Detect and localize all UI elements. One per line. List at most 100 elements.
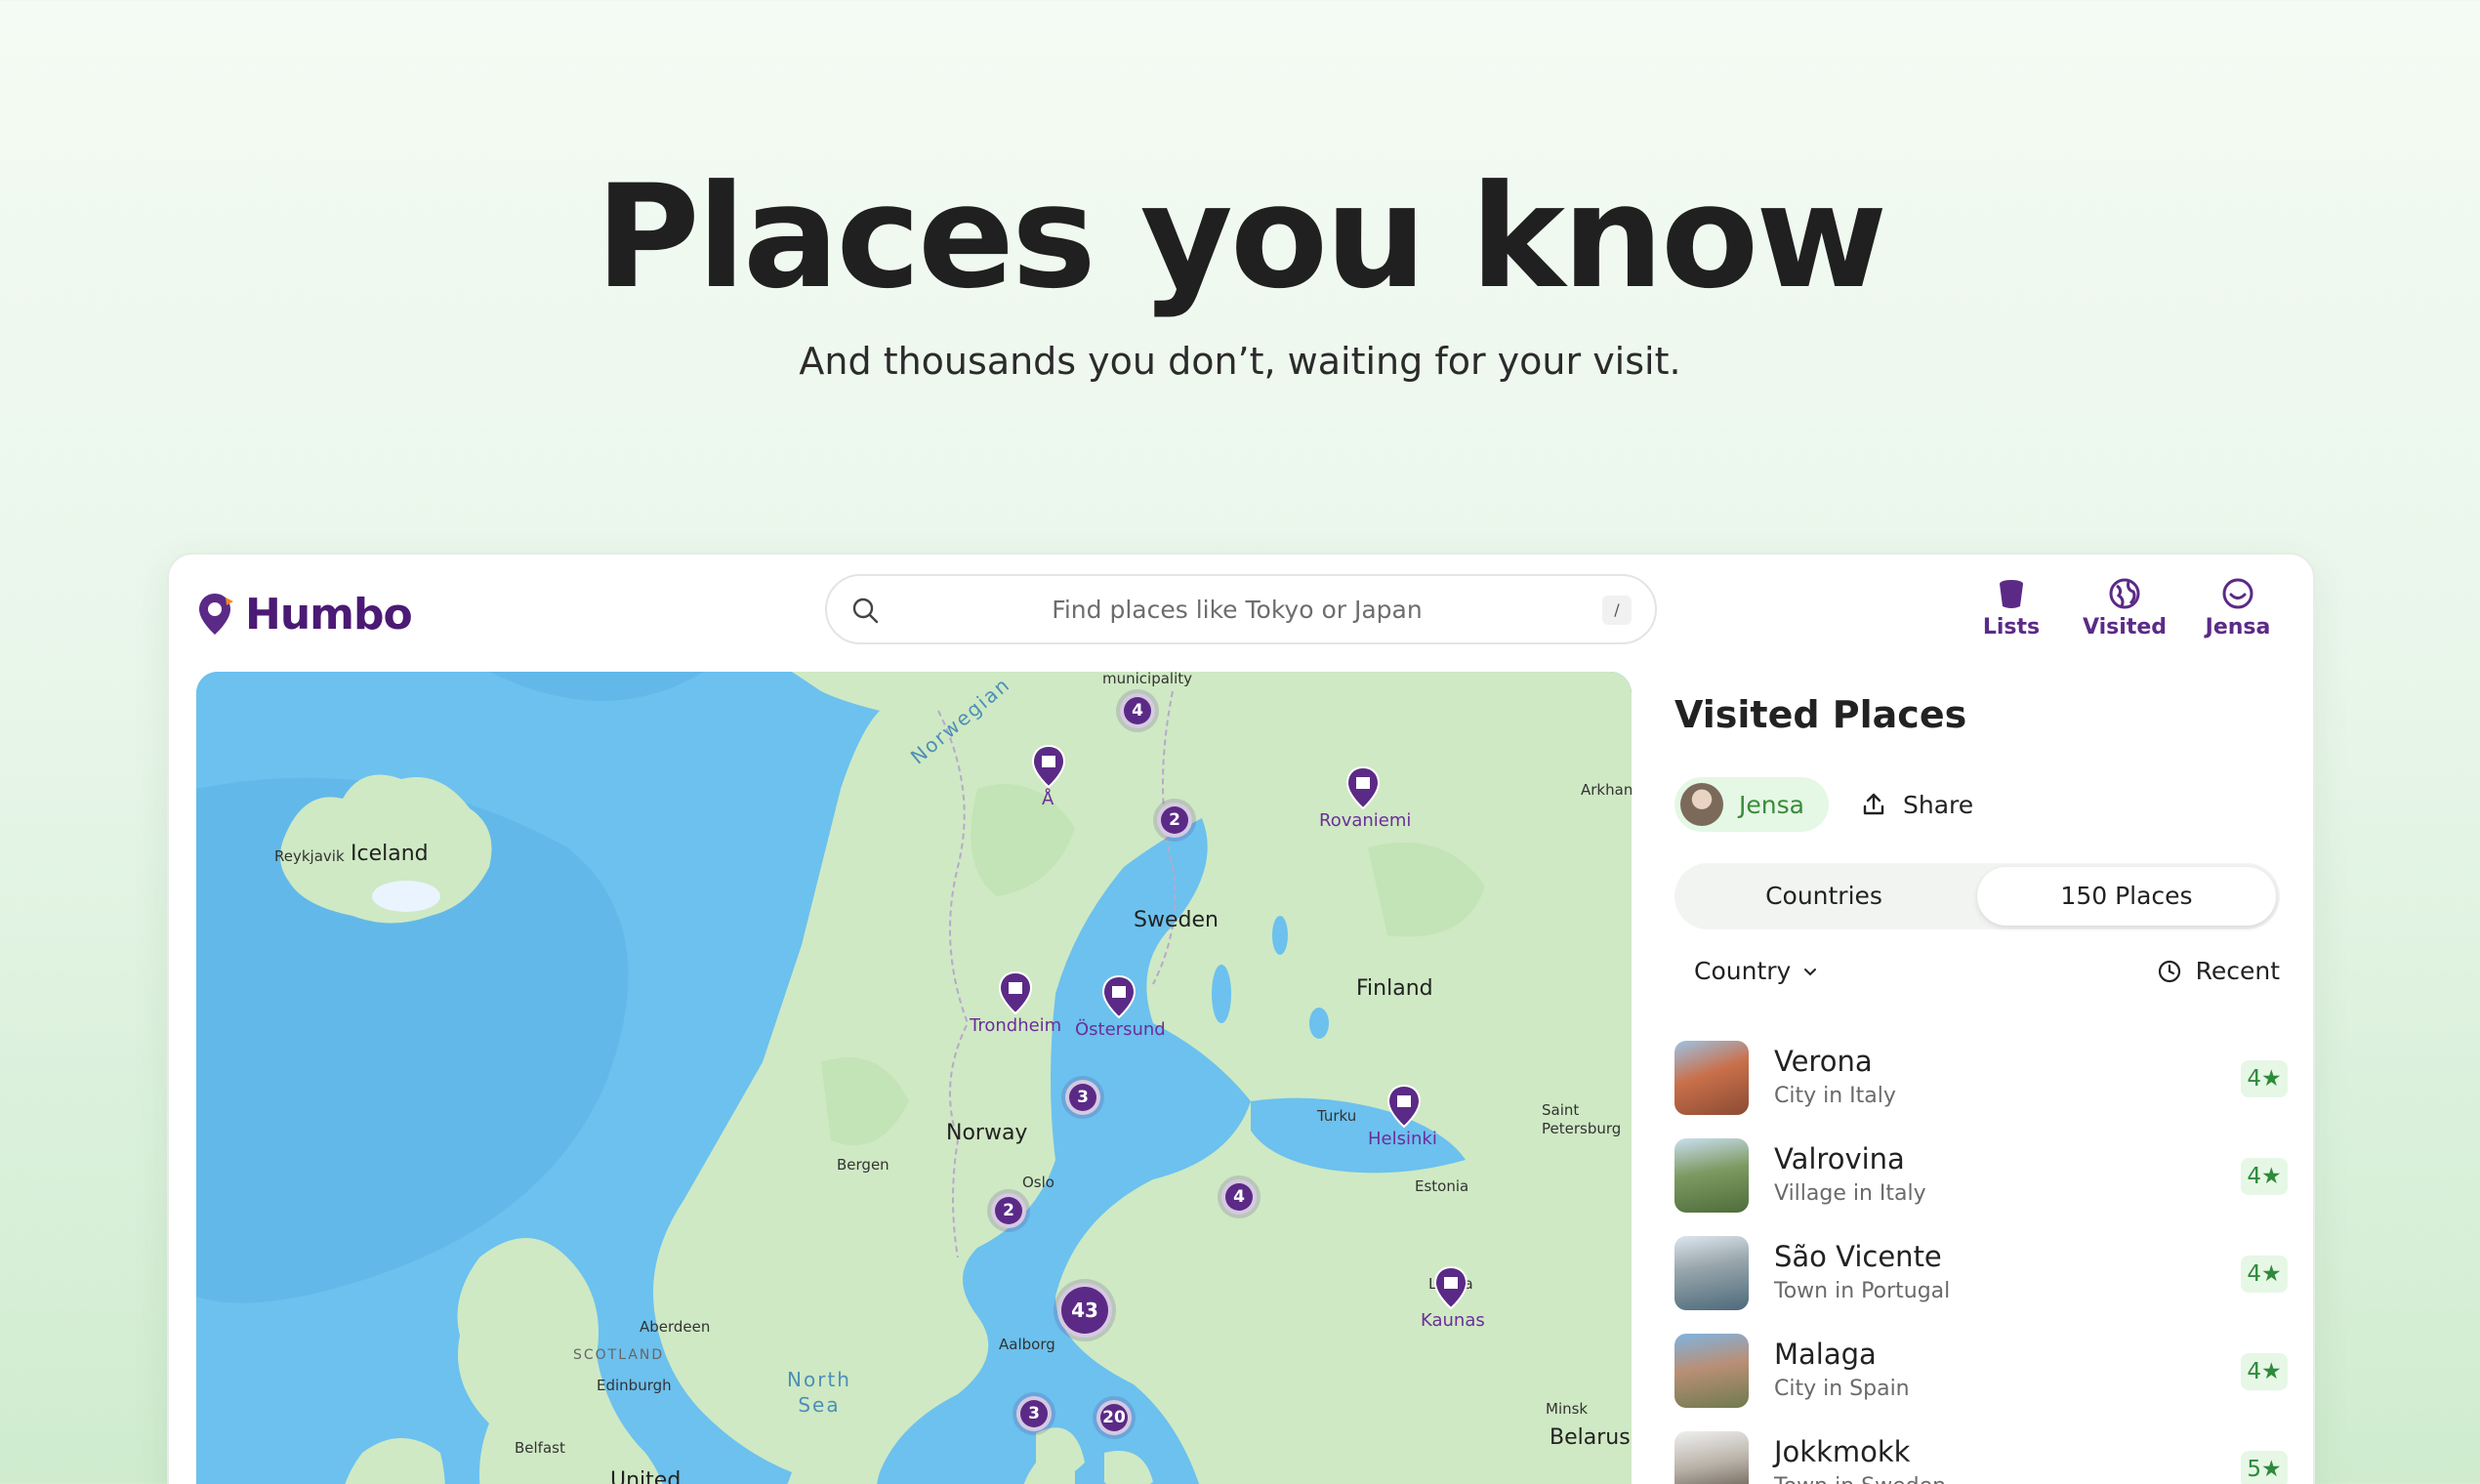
map-pin-icon[interactable] bbox=[1030, 744, 1067, 789]
map-cluster[interactable]: 3 bbox=[1065, 1080, 1100, 1115]
place-thumbnail bbox=[1674, 1041, 1749, 1115]
rating-badge: 4★ bbox=[2241, 1060, 2288, 1097]
search-shortcut-key: / bbox=[1602, 596, 1632, 625]
pin-logo-icon bbox=[199, 594, 233, 635]
map-pin-icon[interactable] bbox=[1432, 1265, 1469, 1310]
top-nav: Lists Visited Jensa bbox=[1975, 576, 2274, 639]
place-name: Valrovina bbox=[1774, 1142, 1905, 1175]
map-label-united: United bbox=[610, 1468, 682, 1484]
tab-countries[interactable]: Countries bbox=[1674, 863, 1973, 929]
share-icon bbox=[1863, 793, 1884, 815]
list-item[interactable]: Valrovina Village in Italy 4★ bbox=[1674, 1138, 2299, 1236]
logo[interactable]: Humbo bbox=[196, 589, 413, 639]
map-pin-label-rovaniemi: Rovaniemi bbox=[1319, 810, 1412, 831]
map-label-aalborg: Aalborg bbox=[999, 1336, 1055, 1353]
map-label-oslo: Oslo bbox=[1022, 1174, 1054, 1191]
place-thumbnail bbox=[1674, 1236, 1749, 1310]
map-label-belarus: Belarus bbox=[1550, 1425, 1631, 1450]
bucket-icon bbox=[2000, 580, 2023, 608]
place-name: Malaga bbox=[1774, 1338, 1877, 1371]
hero-title: Places you know bbox=[595, 154, 1887, 320]
map-view[interactable]: Reykjavik Iceland Norwegian municipality… bbox=[196, 672, 1632, 1484]
nav-lists-label: Lists bbox=[1982, 615, 2041, 639]
map-label-arkhan: Arkhan bbox=[1581, 781, 1632, 799]
map-pin-icon[interactable] bbox=[997, 970, 1034, 1015]
sort-label: Recent bbox=[2195, 957, 2280, 985]
panel-title: Visited Places bbox=[1674, 693, 1967, 736]
country-filter-label: Country bbox=[1694, 957, 1792, 985]
nav-lists[interactable]: Lists bbox=[1975, 576, 2047, 639]
rating-badge: 4★ bbox=[2241, 1353, 2288, 1390]
map-cluster[interactable]: 2 bbox=[991, 1193, 1026, 1228]
map-label-minsk: Minsk bbox=[1546, 1400, 1589, 1418]
map-label-edinburgh: Edinburgh bbox=[597, 1377, 672, 1394]
search-icon bbox=[852, 598, 879, 624]
place-name: São Vicente bbox=[1774, 1240, 1942, 1273]
tab-places[interactable]: 150 Places bbox=[1977, 867, 2276, 926]
map-label-north-sea: North Sea bbox=[787, 1368, 851, 1417]
map-label-reykjavik: Reykjavik bbox=[274, 847, 345, 865]
sort-recent-button[interactable]: Recent bbox=[2157, 957, 2280, 985]
place-name: Verona bbox=[1774, 1045, 1873, 1078]
place-thumbnail bbox=[1674, 1138, 1749, 1213]
map-cluster[interactable]: 20 bbox=[1096, 1400, 1132, 1435]
map-pin-label-kaunas: Kaunas bbox=[1421, 1310, 1485, 1331]
map-label-estonia: Estonia bbox=[1415, 1177, 1469, 1195]
place-type: Town in Portugal bbox=[1774, 1279, 1951, 1303]
app-window: Humbo / Lists Visited bbox=[167, 553, 2315, 1484]
rating-badge: 5★ bbox=[2241, 1451, 2288, 1484]
nav-profile[interactable]: Jensa bbox=[2202, 576, 2274, 639]
map-label-norway: Norway bbox=[946, 1121, 1028, 1145]
map-label-aberdeen: Aberdeen bbox=[640, 1318, 711, 1336]
user-chip[interactable]: Jensa bbox=[1674, 777, 1829, 832]
map-cluster[interactable]: 2 bbox=[1157, 803, 1192, 838]
place-type: Village in Italy bbox=[1774, 1181, 1926, 1206]
map-label-bergen: Bergen bbox=[837, 1156, 889, 1174]
map-pin-icon[interactable] bbox=[1385, 1084, 1423, 1129]
map-pin-label-trondheim: Trondheim bbox=[970, 1015, 1062, 1036]
map-cluster[interactable]: 3 bbox=[1016, 1396, 1052, 1431]
country-filter-dropdown[interactable]: Country bbox=[1694, 957, 1818, 985]
place-thumbnail bbox=[1674, 1431, 1749, 1484]
logo-wordmark: Humbo bbox=[245, 589, 413, 639]
places-list: Verona City in Italy 4★ Valrovina Villag… bbox=[1674, 1041, 2299, 1484]
chevron-down-icon bbox=[1804, 968, 1817, 975]
globe-icon bbox=[2109, 578, 2140, 609]
map-pin-icon[interactable] bbox=[1100, 974, 1137, 1019]
search-bar[interactable]: / bbox=[825, 574, 1657, 644]
smiley-icon bbox=[2222, 578, 2253, 609]
share-button[interactable]: Share bbox=[1860, 777, 1973, 832]
place-thumbnail bbox=[1674, 1334, 1749, 1408]
list-item[interactable]: Jokkmokk Town in Sweden 5★ bbox=[1674, 1431, 2299, 1484]
list-item[interactable]: Verona City in Italy 4★ bbox=[1674, 1041, 2299, 1138]
view-toggle: Countries 150 Places bbox=[1674, 863, 2280, 929]
map-label-saint-petersburg: Saint Petersburg bbox=[1542, 1101, 1622, 1137]
search-input[interactable] bbox=[895, 576, 1579, 642]
map-base bbox=[196, 672, 1632, 1484]
map-label-scotland: SCOTLAND bbox=[573, 1347, 665, 1363]
map-label-iceland: Iceland bbox=[351, 842, 429, 866]
nav-visited[interactable]: Visited bbox=[2083, 576, 2167, 639]
visited-panel: Visited Places Jensa Share Countries 150… bbox=[1674, 672, 2299, 1484]
clock-icon bbox=[2158, 960, 2180, 982]
map-cluster[interactable]: 4 bbox=[1120, 693, 1155, 728]
map-pin-label-ostersund: Östersund bbox=[1075, 1019, 1166, 1040]
place-type: City in Spain bbox=[1774, 1377, 1910, 1401]
rating-badge: 4★ bbox=[2241, 1256, 2288, 1293]
list-item[interactable]: São Vicente Town in Portugal 4★ bbox=[1674, 1236, 2299, 1334]
map-cluster[interactable]: 43 bbox=[1057, 1283, 1112, 1338]
user-chip-name: Jensa bbox=[1739, 790, 1804, 819]
rating-badge: 4★ bbox=[2241, 1158, 2288, 1195]
map-label-sweden: Sweden bbox=[1134, 908, 1219, 932]
map-pin-label-helsinki: Helsinki bbox=[1368, 1129, 1437, 1149]
map-label-turku: Turku bbox=[1317, 1107, 1357, 1125]
place-type: City in Italy bbox=[1774, 1084, 1896, 1108]
map-pin-icon[interactable] bbox=[1344, 765, 1382, 810]
map-label-finland: Finland bbox=[1356, 976, 1433, 1001]
nav-profile-label: Jensa bbox=[2205, 615, 2271, 639]
map-label-belfast: Belfast bbox=[515, 1439, 565, 1457]
place-name: Jokkmokk bbox=[1774, 1435, 1911, 1468]
map-cluster[interactable]: 4 bbox=[1221, 1179, 1257, 1215]
share-label: Share bbox=[1903, 790, 1974, 819]
list-item[interactable]: Malaga City in Spain 4★ bbox=[1674, 1334, 2299, 1431]
